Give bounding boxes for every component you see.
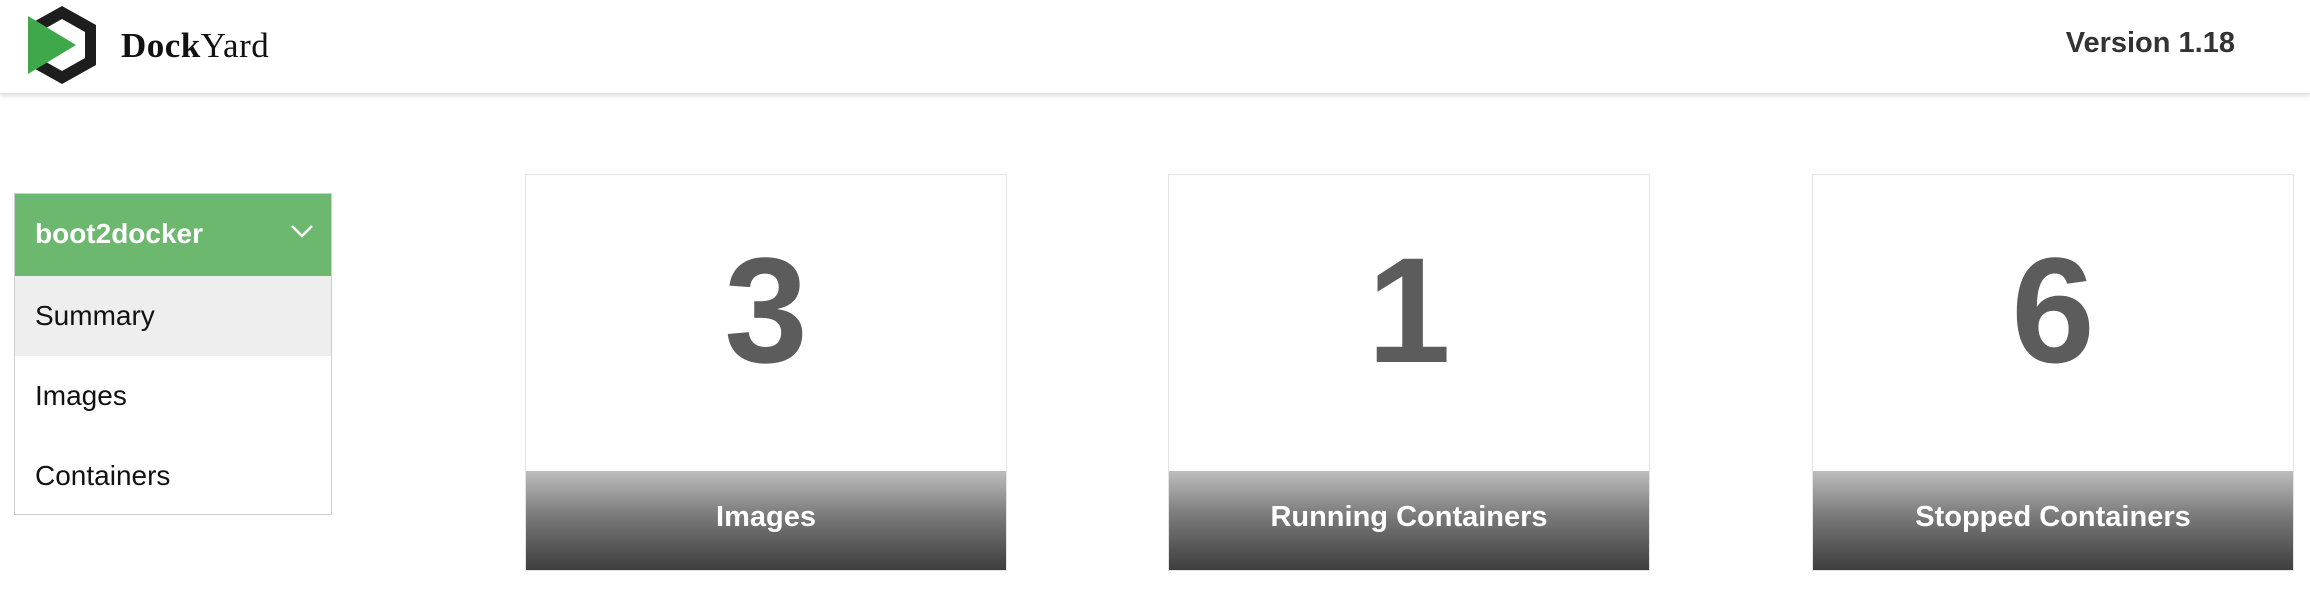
sidebar-item-label: Images [35,380,127,411]
sidebar-item-images[interactable]: Images [15,356,331,436]
images-count: 3 [724,226,808,394]
host-name: boot2docker [35,218,204,249]
dockyard-logo-icon[interactable] [24,4,100,86]
brand-name[interactable]: DockYard [121,26,269,66]
stat-footer: Stopped Containers [1813,471,2293,570]
stopped-containers-stat-card[interactable]: 6 Stopped Containers [1812,174,2294,571]
sidebar-item-containers[interactable]: Containers [15,436,331,516]
running-containers-stat-card[interactable]: 1 Running Containers [1168,174,1650,571]
sidebar-item-label: Containers [35,460,171,491]
stat-footer: Running Containers [1169,471,1649,570]
brand-name-part1: Dock [121,26,201,65]
running-containers-stat-label: Running Containers [1270,501,1548,533]
sidebar-item-summary[interactable]: Summary [15,276,331,356]
version-label: Version 1.18 [2065,27,2235,59]
running-containers-count: 1 [1367,226,1451,394]
chevron-down-icon [291,225,313,238]
stopped-containers-stat-label: Stopped Containers [1915,501,2191,533]
images-stat-label: Images [716,501,816,533]
host-selector[interactable]: boot2docker [15,194,331,276]
sidebar-item-label: Summary [35,300,155,331]
images-stat-card[interactable]: 3 Images [525,174,1007,571]
host-menu: boot2docker Summary Images Containers [14,193,332,515]
stopped-containers-count: 6 [2011,226,2095,394]
brand-name-part2: Yard [200,26,270,65]
top-header: DockYard Version 1.18 [0,0,2310,94]
stat-footer: Images [526,471,1006,570]
